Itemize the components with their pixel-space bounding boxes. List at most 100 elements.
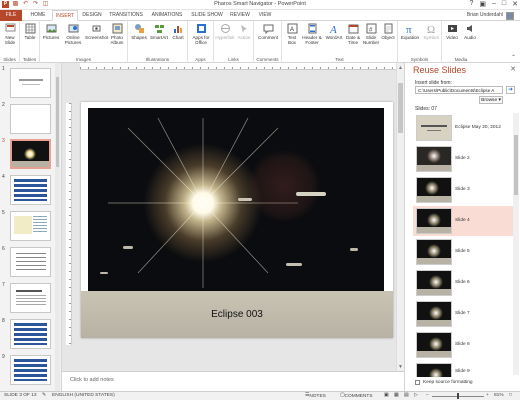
- header-footer-button[interactable]: Header & Footer: [301, 23, 323, 45]
- reading-view-icon[interactable]: ▤: [404, 393, 409, 398]
- reuse-slide-item[interactable]: Slide 9: [413, 361, 513, 377]
- scroll-down-icon[interactable]: ▼: [398, 364, 403, 370]
- keep-formatting-option[interactable]: Keep source formatting: [415, 380, 473, 385]
- slide-thumbnail[interactable]: [10, 68, 51, 98]
- apps-for-office-button[interactable]: Apps for Office: [190, 23, 212, 45]
- reuse-slide-item[interactable]: Slide 8: [413, 330, 513, 360]
- notes-pane[interactable]: Click to add notes: [62, 371, 404, 391]
- table-button[interactable]: Table: [21, 23, 39, 40]
- tab-slide-show[interactable]: SLIDE SHOW: [189, 10, 225, 21]
- group-label-symbols: Symbols: [410, 57, 429, 62]
- scrollbar-thumb[interactable]: [398, 83, 403, 133]
- apps-for-office-label: Apps for Office: [192, 35, 210, 45]
- notes-toggle[interactable]: ☰ NOTES: [305, 393, 326, 399]
- scrollbar-thumb[interactable]: [56, 77, 59, 167]
- slide-thumbnail[interactable]: [10, 283, 51, 313]
- status-bar: SLIDE 3 OF 13 ✎ ENGLISH (UNITED STATES) …: [0, 391, 520, 400]
- zoom-level[interactable]: 81%: [494, 393, 504, 398]
- zoom-slider-handle[interactable]: [457, 393, 459, 399]
- slide-title[interactable]: Eclipse 003: [81, 309, 393, 320]
- slide-thumbnail[interactable]: [10, 355, 51, 385]
- reuse-slide-item-highlighted[interactable]: Slide 4: [413, 206, 513, 236]
- reuse-slide-item[interactable]: Slide 7: [413, 299, 513, 329]
- tab-transitions[interactable]: TRANSITIONS: [107, 10, 145, 21]
- keep-formatting-checkbox[interactable]: [415, 380, 420, 385]
- action-button[interactable]: Action: [235, 23, 253, 40]
- symbol-button[interactable]: Ω Symbol: [421, 23, 441, 40]
- browse-button[interactable]: Browse ▾: [479, 96, 503, 104]
- help-icon[interactable]: ?: [469, 0, 473, 8]
- go-arrow-icon[interactable]: ➜: [506, 86, 515, 94]
- equation-button[interactable]: π Equation: [399, 23, 421, 40]
- tab-animations[interactable]: ANIMATIONS: [148, 10, 186, 21]
- slide-number-button[interactable]: # Slide Number: [362, 23, 380, 45]
- language-indicator[interactable]: ENGLISH (UNITED STATES): [52, 393, 115, 398]
- user-account[interactable]: Brian Underdahl: [467, 11, 514, 20]
- spell-check-icon[interactable]: ✎: [42, 393, 46, 398]
- close-icon[interactable]: ✕: [512, 0, 518, 8]
- reuse-slide-thumbnail: [416, 146, 452, 172]
- normal-view-icon[interactable]: ▣: [384, 393, 389, 398]
- eclipse-photo[interactable]: [88, 108, 384, 293]
- slide-thumbnail[interactable]: [10, 175, 51, 205]
- scrollbar-thumb[interactable]: [514, 135, 518, 195]
- close-pane-icon[interactable]: ✕: [510, 65, 516, 73]
- slide-thumbnail[interactable]: [10, 319, 51, 349]
- slide-thumbnail[interactable]: [10, 211, 51, 241]
- tab-file[interactable]: FILE: [0, 10, 22, 21]
- object-button[interactable]: Object: [380, 23, 396, 40]
- comments-toggle[interactable]: ▢ COMMENTS: [340, 393, 373, 399]
- photo-album-button[interactable]: Photo Album: [108, 23, 126, 45]
- shapes-button[interactable]: Shapes: [130, 23, 148, 40]
- online-pictures-label: Online Pictures: [64, 35, 82, 45]
- tab-review[interactable]: REVIEW: [228, 10, 252, 21]
- window-title: Pharos Smart Navigator - PowerPoint: [214, 1, 306, 7]
- slide-thumbnail[interactable]: [10, 247, 51, 277]
- audio-button[interactable]: Audio: [461, 23, 479, 40]
- slide-scrollbar[interactable]: ▲ ▼: [396, 63, 404, 371]
- date-time-button[interactable]: Date & Time: [344, 23, 362, 45]
- reuse-slide-item[interactable]: Slide 5: [413, 237, 513, 267]
- tab-insert[interactable]: INSERT: [52, 10, 78, 21]
- pictures-button[interactable]: Pictures: [42, 23, 60, 40]
- smartart-button[interactable]: SmartArt: [149, 23, 169, 40]
- slide-thumbnail[interactable]: [10, 104, 51, 134]
- maximize-icon[interactable]: □: [502, 0, 506, 8]
- wordart-icon: A: [329, 24, 337, 34]
- collapse-ribbon-icon[interactable]: ⌃: [511, 54, 516, 61]
- tab-view[interactable]: VIEW: [255, 10, 275, 21]
- reuse-slide-item[interactable]: Slide 2: [413, 144, 513, 174]
- slide-thumbnail-selected[interactable]: [10, 139, 51, 169]
- online-pictures-button[interactable]: Online Pictures: [62, 23, 84, 45]
- reuse-slide-item[interactable]: Slide 6: [413, 268, 513, 298]
- tab-home[interactable]: HOME: [27, 10, 49, 21]
- scroll-up-icon[interactable]: ▲: [398, 65, 403, 71]
- comment-button[interactable]: Comment: [256, 23, 280, 40]
- group-symbols: π Equation Ω Symbol Symbols: [398, 21, 442, 63]
- tab-design[interactable]: DESIGN: [80, 10, 104, 21]
- wordart-button[interactable]: A WordArt: [324, 23, 344, 40]
- ribbon-display-icon[interactable]: ▣: [479, 0, 486, 8]
- zoom-out-icon[interactable]: –: [426, 393, 429, 398]
- thumbnail-number: 5: [2, 210, 5, 216]
- reuse-slide-item[interactable]: Eclipse May 20, 2012: [413, 113, 513, 143]
- ribbon: New Slide Slides Table Tables Pictures O…: [0, 21, 520, 63]
- slide-sorter-icon[interactable]: ▦: [394, 393, 399, 398]
- thumbnail-scrollbar[interactable]: [55, 63, 60, 391]
- fit-to-window-icon[interactable]: □: [509, 393, 512, 398]
- file-path-input[interactable]: C:\Users\Public\Documents\Eclipse A: [415, 86, 503, 94]
- reuse-pane-scrollbar[interactable]: [513, 113, 519, 375]
- symbol-label: Symbol: [423, 35, 439, 40]
- screenshot-button[interactable]: Screenshot: [85, 23, 108, 40]
- minimize-icon[interactable]: –: [492, 0, 496, 8]
- video-button[interactable]: Video: [443, 23, 461, 40]
- new-slide-button[interactable]: New Slide: [1, 23, 19, 45]
- zoom-in-icon[interactable]: +: [486, 393, 489, 398]
- text-box-button[interactable]: A Text Box: [284, 23, 300, 45]
- slideshow-view-icon[interactable]: ▷: [414, 393, 418, 398]
- reuse-slide-item[interactable]: Slide 3: [413, 175, 513, 205]
- video-icon: [447, 25, 457, 32]
- chart-button[interactable]: Chart: [170, 23, 186, 40]
- slide-canvas[interactable]: Eclipse 003: [81, 102, 393, 338]
- hyperlink-button[interactable]: Hyperlink: [215, 23, 235, 40]
